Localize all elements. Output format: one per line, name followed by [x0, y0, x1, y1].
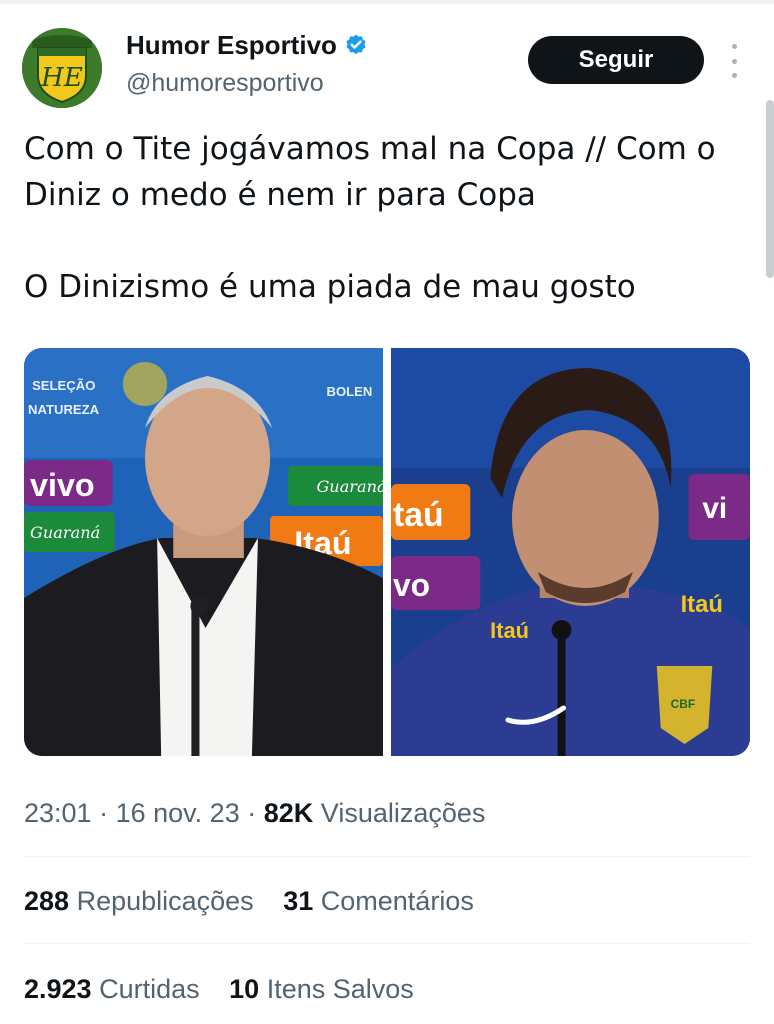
likes-stat[interactable]: 2.923 Curtidas — [24, 974, 200, 1004]
banner-text: vivo — [30, 467, 95, 503]
photo-diniz[interactable]: taú vi vo Itaú Itaú CBF — [391, 348, 750, 756]
more-dot — [731, 44, 737, 49]
banner-text: Itaú — [490, 618, 529, 643]
scrollbar[interactable] — [766, 100, 774, 278]
banner-text: Itaú — [681, 591, 723, 618]
banner-text: BOLEN — [327, 384, 373, 399]
more-dot — [731, 58, 737, 64]
author-handle[interactable]: @humoresportivo — [126, 69, 324, 98]
divider — [24, 856, 750, 857]
more-dot — [731, 73, 737, 78]
author-name[interactable]: Humor Esportivo — [126, 30, 337, 61]
reposts-label: Republicações — [76, 886, 254, 916]
meta-separator: · — [247, 798, 257, 828]
banner-text: CBF — [671, 697, 695, 711]
photo-diniz-image: taú vi vo Itaú Itaú CBF — [391, 348, 750, 756]
comments-count: 31 — [283, 886, 314, 916]
tweet-meta: 23:01 · 16 nov. 23 · 82K Visualizações — [24, 798, 485, 829]
banner-text: vi — [702, 492, 727, 525]
banner-text: vo — [393, 567, 430, 603]
banner-text: NATUREZA — [28, 402, 100, 417]
author-name-row[interactable]: Humor Esportivo — [126, 30, 369, 61]
saves-label: Itens Salvos — [266, 974, 414, 1004]
banner-text: Guaraná — [30, 523, 100, 542]
photo-tite[interactable]: SELEÇÃO NATUREZA BOLEN vivo Guaraná Guar… — [24, 348, 383, 756]
top-border — [0, 0, 774, 4]
views-label: Visualizações — [320, 798, 486, 828]
tweet-time[interactable]: 23:01 — [24, 798, 92, 828]
divider — [24, 943, 750, 944]
banner-text: SELEÇÃO — [32, 378, 95, 393]
likes-label: Curtidas — [99, 974, 200, 1004]
reposts-stat[interactable]: 288 Republicações — [24, 886, 254, 916]
stats-row-1: 288 Republicações 31 Comentários — [24, 886, 496, 917]
tweet-line-1: Com o Tite jogávamos mal na Copa // Com … — [24, 131, 716, 213]
views-count: 82K — [263, 798, 314, 828]
likes-count: 2.923 — [24, 974, 92, 1004]
banner-text: taú — [393, 496, 444, 534]
saves-stat[interactable]: 10 Itens Salvos — [229, 974, 414, 1004]
avatar[interactable]: HE — [22, 28, 102, 108]
follow-button[interactable]: Seguir — [528, 36, 704, 84]
comments-stat[interactable]: 31 Comentários — [283, 886, 474, 916]
tweet-text: Com o Tite jogávamos mal na Copa // Com … — [24, 126, 759, 310]
reposts-count: 288 — [24, 886, 70, 916]
saves-count: 10 — [229, 974, 260, 1004]
tweet-date[interactable]: 16 nov. 23 — [116, 798, 240, 828]
humor-esportivo-shield-logo-icon: HE — [22, 28, 102, 108]
svg-text:HE: HE — [40, 63, 83, 93]
meta-separator: · — [99, 798, 109, 828]
tweet-line-2: O Dinizismo é uma piada de mau gosto — [24, 269, 636, 305]
stats-row-2: 2.923 Curtidas 10 Itens Salvos — [24, 974, 436, 1005]
tweet-media: SELEÇÃO NATUREZA BOLEN vivo Guaraná Guar… — [24, 348, 750, 756]
banner-text: Guaraná — [316, 477, 383, 496]
more-options-icon[interactable] — [724, 44, 744, 78]
comments-label: Comentários — [320, 886, 474, 916]
photo-tite-image: SELEÇÃO NATUREZA BOLEN vivo Guaraná Guar… — [24, 348, 383, 756]
verified-badge-icon — [346, 34, 366, 54]
